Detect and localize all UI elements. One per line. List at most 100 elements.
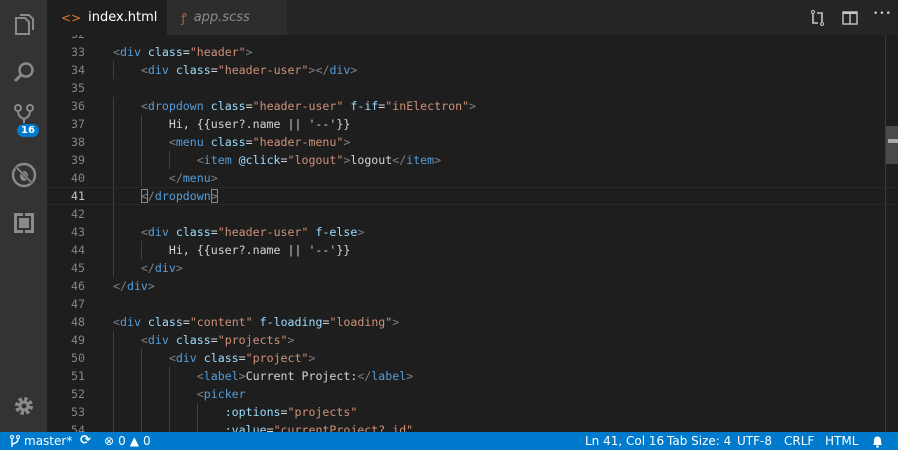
- explorer-button[interactable]: [0, 2, 47, 48]
- text-token: logout: [350, 153, 393, 167]
- code-line[interactable]: 44 Hi, {{user?.name || '--'}}: [47, 241, 898, 259]
- punctuation-token: >: [406, 369, 414, 383]
- sync-button[interactable]: ⟳: [80, 432, 91, 450]
- tab-app-scss[interactable]: ꝭ app.scss: [167, 0, 287, 35]
- debug-button[interactable]: [0, 152, 47, 198]
- code-line[interactable]: 53 :options="projects": [47, 403, 898, 421]
- branch-name: master*: [24, 434, 73, 448]
- code-line[interactable]: 40 </menu>: [47, 169, 898, 187]
- code-line[interactable]: 50 <div class="project">: [47, 349, 898, 367]
- code-editor[interactable]: 3233<div class="header">34 <div class="h…: [47, 35, 898, 432]
- search-icon: [13, 62, 34, 83]
- punctuation-token: >: [238, 369, 246, 383]
- code-line[interactable]: 45 </div>: [47, 259, 898, 277]
- punctuation-token: >: [245, 45, 253, 59]
- code-line[interactable]: 52 <picker: [47, 385, 898, 403]
- line-code: <picker: [113, 385, 246, 403]
- code-line[interactable]: 54 :value="currentProject?.id": [47, 421, 898, 432]
- line-number: 33: [71, 45, 85, 59]
- tag-name-token: item: [203, 153, 232, 167]
- open-changes-icon[interactable]: [809, 9, 827, 27]
- code-line[interactable]: 37 Hi, {{user?.name || '--'}}: [47, 115, 898, 133]
- tag-name-token: div: [175, 351, 197, 365]
- tab-label: index.html: [88, 10, 158, 25]
- punctuation-token: >: [357, 225, 365, 239]
- punctuation-token: >: [287, 333, 295, 347]
- tag-name-token: div: [147, 225, 169, 239]
- code-line[interactable]: 46 </div>: [47, 277, 898, 295]
- punctuation-token: </: [357, 369, 372, 383]
- code-line[interactable]: 35: [47, 79, 898, 97]
- attribute-value-token: "header-user": [252, 99, 344, 113]
- extensions-button[interactable]: [0, 200, 47, 246]
- code-line[interactable]: 43 <div class="header-user" f-else>: [47, 223, 898, 241]
- code-line[interactable]: 42: [47, 205, 898, 223]
- cursor-position[interactable]: Ln 41, Col 16: [585, 432, 664, 450]
- punctuation-token: >: [175, 261, 183, 275]
- language-mode[interactable]: HTML: [825, 432, 858, 450]
- code-line[interactable]: 39 <item @click="logout">logout</item>: [47, 151, 898, 169]
- problems-indicator[interactable]: ⊗ 0 ▲ 0: [104, 432, 151, 450]
- code-line[interactable]: 34 <div class="header-user"></div>: [47, 61, 898, 79]
- line-code: <div class="header-user" f-else>: [113, 223, 364, 241]
- more-icon[interactable]: •••: [873, 9, 892, 19]
- search-button[interactable]: [0, 50, 47, 96]
- text-token: =: [210, 225, 218, 239]
- tab-bar: <> index.html ✕ ꝭ app.scss •••: [47, 0, 898, 35]
- tag-name-token: div: [126, 279, 148, 293]
- status-bar: master* ⟳ ⊗ 0 ▲ 0 Ln 41, Col 16 Tab Size…: [0, 432, 898, 450]
- line-number: 34: [71, 63, 85, 77]
- end-of-line[interactable]: CRLF: [784, 432, 814, 450]
- code-line[interactable]: 38 <menu class="header-menu">: [47, 133, 898, 151]
- line-number: 32: [47, 35, 85, 43]
- cursor-position-marker: [888, 139, 898, 143]
- code-line[interactable]: 41 </dropdown>: [47, 187, 898, 206]
- encoding[interactable]: UTF-8: [737, 432, 772, 450]
- text-token: =: [245, 135, 253, 149]
- tab-size[interactable]: Tab Size: 4: [667, 432, 731, 450]
- git-branch-icon: [10, 435, 20, 447]
- line-code: <menu class="header-menu">: [113, 133, 351, 151]
- bracket-match: <: [140, 189, 148, 203]
- split-editor-icon[interactable]: [841, 9, 859, 27]
- code-line[interactable]: 32: [47, 35, 898, 43]
- tag-name-token: menu: [175, 135, 204, 149]
- line-number: 38: [71, 135, 85, 149]
- code-line[interactable]: 48 <div class="content" f-loading="loadin…: [47, 313, 898, 331]
- punctuation-token: >: [350, 63, 358, 77]
- branch-indicator[interactable]: master*: [10, 432, 72, 450]
- line-code: :value="currentProject?.id": [113, 421, 413, 432]
- code-line[interactable]: 33 <div class="header">: [47, 43, 898, 61]
- settings-button[interactable]: [0, 383, 47, 429]
- attribute-name-token: class: [147, 315, 183, 329]
- code-line[interactable]: 51 <label>Current Project:</label>: [47, 367, 898, 385]
- tag-name-token: menu: [182, 171, 211, 185]
- scrollbar-thumb[interactable]: [886, 126, 898, 164]
- punctuation-token: <: [168, 135, 176, 149]
- notifications-button[interactable]: [871, 432, 884, 450]
- vertical-scrollbar[interactable]: [885, 35, 898, 432]
- punctuation-token: <: [196, 369, 204, 383]
- punctuation-token: >: [210, 171, 218, 185]
- text-token: =: [238, 351, 246, 365]
- line-code: :options="projects": [113, 403, 358, 421]
- attribute-value-token: "content": [189, 315, 253, 329]
- code-line[interactable]: 47: [47, 295, 898, 313]
- punctuation-token: <: [196, 387, 204, 401]
- bracket-match: >: [210, 189, 218, 203]
- code-line[interactable]: 49 <div class="projects">: [47, 331, 898, 349]
- code-line[interactable]: 36 <dropdown class="header-user" f-if="i…: [47, 97, 898, 115]
- line-number: 54: [71, 423, 85, 432]
- source-control-button[interactable]: 16: [0, 98, 47, 144]
- tab-index-html[interactable]: <> index.html ✕: [47, 0, 178, 35]
- punctuation-token: </: [392, 153, 407, 167]
- tag-name-token: dropdown: [154, 189, 211, 203]
